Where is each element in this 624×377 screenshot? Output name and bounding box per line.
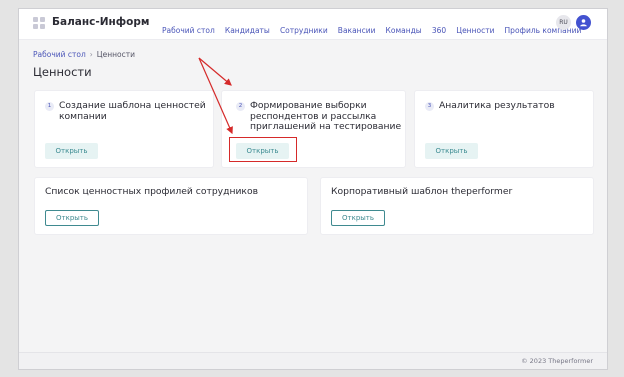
- annotation-arrows: [198, 57, 233, 135]
- annotation-arrow-2: [198, 57, 233, 135]
- annotation-arrow-1: [198, 57, 232, 86]
